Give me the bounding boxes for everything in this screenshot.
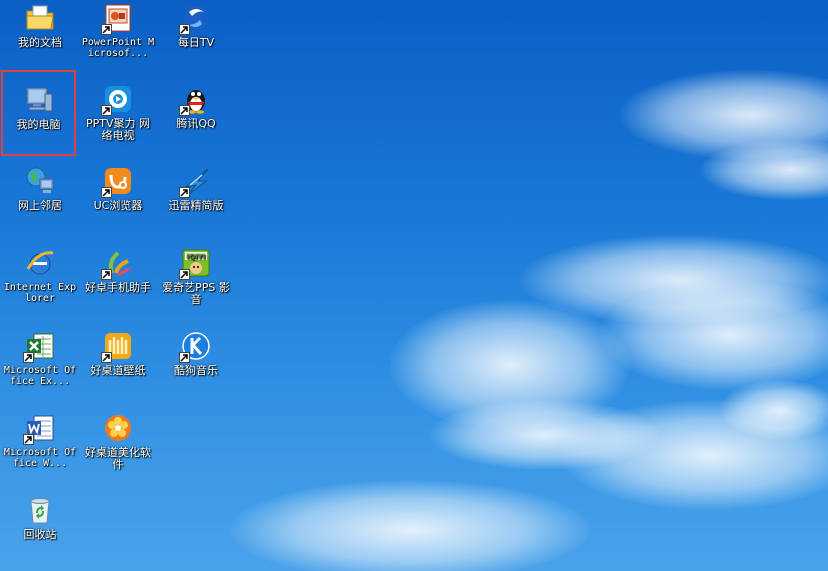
recycle-bin-icon [30,498,50,524]
desktop-icon-pptv[interactable]: PPTV聚力 网络电视 [80,83,156,142]
desktop-icon-label: 酷狗音乐 [174,364,218,377]
desktop-icon-label: Microsoft Office W... [3,447,77,469]
desktop-icon-internet-explorer[interactable]: Internet Explorer [2,247,78,304]
desktop-icon-label: 我的电脑 [16,118,61,131]
desktop-icon-excel[interactable]: Microsoft Office Ex... [2,330,78,387]
shortcut-arrow-icon [101,105,112,116]
desktop-icon-beautify-software[interactable]: 好桌道美化软件 [80,412,156,471]
desktop-icon-label: 好桌道壁纸 [90,364,146,377]
network-places-icon [26,167,54,193]
cloud [620,70,828,160]
cloud [560,400,828,510]
desktop-icon-qq[interactable]: 腾讯QQ [158,83,234,130]
desktop-icon-iqiyi[interactable]: iQIYI 爱奇艺PPS 影音 [158,247,234,306]
shortcut-arrow-icon [23,352,34,363]
my-computer-icon [26,87,52,112]
desktop-icon-label: 腾讯QQ [176,117,216,130]
desktop-icon-label: PowerPoint Microsof... [81,37,155,59]
folder-documents-icon [26,5,54,30]
cloud [230,480,590,571]
desktop-icon-label: Microsoft Office Ex... [3,365,77,387]
desktop-icon-label: 好桌道美化软件 [85,446,151,471]
desktop-icon-label: 爱奇艺PPS 影音 [162,281,230,306]
shortcut-arrow-icon [101,24,112,35]
desktop-icon-daily-tv[interactable]: 每日TV [158,2,234,49]
shortcut-arrow-icon [101,187,112,198]
cloud [720,380,828,440]
cloud [430,400,660,470]
desktop-icon-wallpaper[interactable]: 好桌道壁纸 [80,330,156,377]
desktop-icon-powerpoint[interactable]: PowerPoint Microsof... [80,2,156,59]
desktop-icon-label: 回收站 [23,528,57,541]
desktop-icon-word[interactable]: Microsoft Office W... [2,412,78,469]
desktop-icon-kugou[interactable]: 酷狗音乐 [158,330,234,377]
shortcut-arrow-icon [179,187,190,198]
desktop-icon-uc-browser[interactable]: UC浏览器 [80,165,156,212]
desktop-icon-thunder[interactable]: 迅雷精简版 [158,165,234,212]
desktop-icon-phone-assistant[interactable]: 好卓手机助手 [80,247,156,294]
cloud [600,280,828,390]
shortcut-arrow-icon [179,352,190,363]
svg-text:iQIYI: iQIYI [187,253,206,261]
beautify-software-icon [105,415,131,441]
desktop-icon-label: PPTV聚力 网络电视 [85,117,150,142]
desktop-icon-label: 网上邻居 [18,199,62,212]
desktop-icon-label: UC浏览器 [93,199,143,212]
shortcut-arrow-icon [23,434,34,445]
shortcut-arrow-icon [101,269,112,280]
desktop-icon-my-computer[interactable]: 我的电脑 [1,70,76,156]
shortcut-arrow-icon [179,24,190,35]
shortcut-arrow-icon [101,352,112,363]
desktop-icon-my-documents[interactable]: 我的文档 [2,2,78,49]
internet-explorer-icon [26,251,54,275]
desktop-background[interactable]: 我的文档 我的电脑 网上邻居 Internet Explorer Microso… [0,0,828,571]
desktop-icon-label: 好卓手机助手 [85,281,151,294]
desktop-icon-label: Internet Explorer [3,282,77,304]
desktop-icon-label: 我的文档 [18,36,62,49]
shortcut-arrow-icon [179,269,190,280]
shortcut-arrow-icon [179,105,190,116]
desktop-icon-label: 迅雷精简版 [168,199,224,212]
cloud [390,300,630,430]
cloud [700,140,828,200]
desktop-icon-network-places[interactable]: 网上邻居 [2,165,78,212]
cloud [520,235,828,325]
desktop-icon-label: 每日TV [177,36,215,49]
desktop-icon-recycle-bin[interactable]: 回收站 [2,494,78,541]
